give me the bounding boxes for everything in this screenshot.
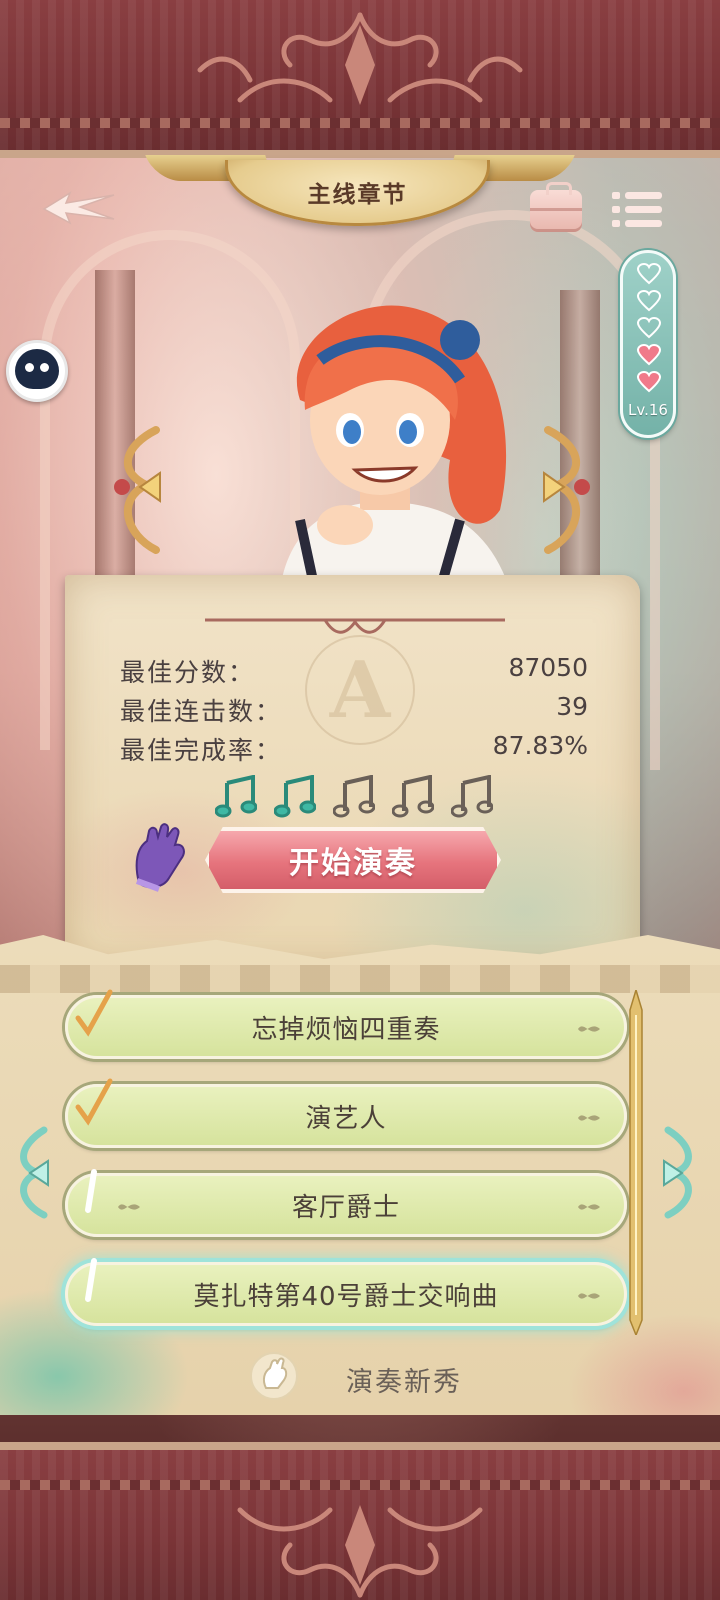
music-note-empty-icon xyxy=(392,775,434,818)
avatar-face-icon xyxy=(15,349,59,389)
best-score-row: 最佳分数： 87050 xyxy=(120,653,588,687)
grade-emblem: A xyxy=(305,635,415,745)
song-title: 演艺人 xyxy=(305,1103,387,1134)
song-row[interactable]: 演艺人 xyxy=(65,1078,627,1148)
start-performance-button[interactable]: 开始演奏 xyxy=(205,827,501,893)
top-flourish-ornament xyxy=(197,12,523,105)
list-menu-icon xyxy=(612,192,662,199)
music-note-earned-icon xyxy=(215,775,257,818)
song-row-selected[interactable]: 莫扎特第40号爵士交响曲 xyxy=(65,1258,627,1326)
pen-mark-icon xyxy=(85,1258,97,1302)
menu-button[interactable] xyxy=(612,190,662,230)
music-note-empty-icon xyxy=(451,775,493,818)
difficulty-selector[interactable]: 演奏新秀 xyxy=(250,1352,490,1402)
row-flourish-icon xyxy=(578,1293,600,1299)
empty-heart-icon xyxy=(637,290,661,312)
row-flourish-icon xyxy=(578,1115,600,1121)
back-button[interactable] xyxy=(40,185,120,229)
best-score-value: 87050 xyxy=(508,653,588,682)
character-portrait xyxy=(280,305,510,590)
row-flourish-icon xyxy=(578,1204,600,1210)
previous-character-arrow[interactable] xyxy=(106,425,170,555)
note-rating xyxy=(215,775,500,820)
previous-chapter-arrow[interactable] xyxy=(8,1125,52,1220)
next-chapter-arrow[interactable] xyxy=(660,1125,704,1220)
best-combo-value: 39 xyxy=(556,692,588,721)
level-label: Lv.16 xyxy=(628,401,668,419)
chapter-title: 主线章节 xyxy=(307,181,408,208)
song-title: 客厅爵士 xyxy=(291,1192,400,1223)
music-note-empty-icon xyxy=(333,775,375,818)
difficulty-label: 演奏新秀 xyxy=(346,1367,462,1398)
next-character-arrow[interactable] xyxy=(534,425,598,555)
bottom-ornament-band xyxy=(0,1442,720,1600)
best-completion-label: 最佳完成率： xyxy=(120,736,283,765)
bottom-flourish-ornament xyxy=(237,1505,483,1598)
top-ornament-band xyxy=(0,0,720,158)
best-combo-label: 最佳连击数： xyxy=(120,697,283,726)
affection-panel[interactable]: Lv.16 xyxy=(620,250,676,438)
song-row[interactable]: 忘掉烦恼四重奏 xyxy=(65,989,627,1059)
empty-heart-icon xyxy=(637,317,661,339)
song-title: 忘掉烦恼四重奏 xyxy=(251,1014,441,1045)
best-completion-value: 87.83% xyxy=(492,731,588,760)
best-completion-row: 最佳完成率： 87.83% xyxy=(120,731,588,765)
pen-mark-icon xyxy=(85,1169,97,1213)
song-title: 莫扎特第40号爵士交响曲 xyxy=(193,1281,499,1312)
rookie-hand-icon xyxy=(250,1352,298,1400)
song-list-scrollbar[interactable] xyxy=(626,990,646,1335)
song-row[interactable]: 客厅爵士 xyxy=(65,1169,627,1237)
purple-glove-icon[interactable] xyxy=(129,823,191,893)
row-flourish-icon xyxy=(578,1026,600,1032)
checkmark-icon xyxy=(75,989,113,1037)
best-score-label: 最佳分数： xyxy=(120,658,256,687)
parchment-divider-ornament xyxy=(205,618,505,634)
song-info-panel: A 最佳分数： 87050 最佳连击数： 39 最佳完成率： 87.83% 开始… xyxy=(65,575,640,970)
filled-heart-icon xyxy=(637,344,661,366)
best-combo-row: 最佳连击数： 39 xyxy=(120,692,588,726)
filled-heart-icon xyxy=(637,371,661,393)
row-flourish-icon xyxy=(118,1204,140,1210)
empty-heart-icon xyxy=(637,263,661,285)
checkmark-icon xyxy=(75,1078,113,1126)
start-performance-label: 开始演奏 xyxy=(289,846,417,881)
inventory-button[interactable] xyxy=(530,182,582,232)
assistant-avatar[interactable] xyxy=(6,340,68,402)
music-note-earned-icon xyxy=(274,775,316,818)
winged-arrow-back-icon xyxy=(42,191,115,225)
